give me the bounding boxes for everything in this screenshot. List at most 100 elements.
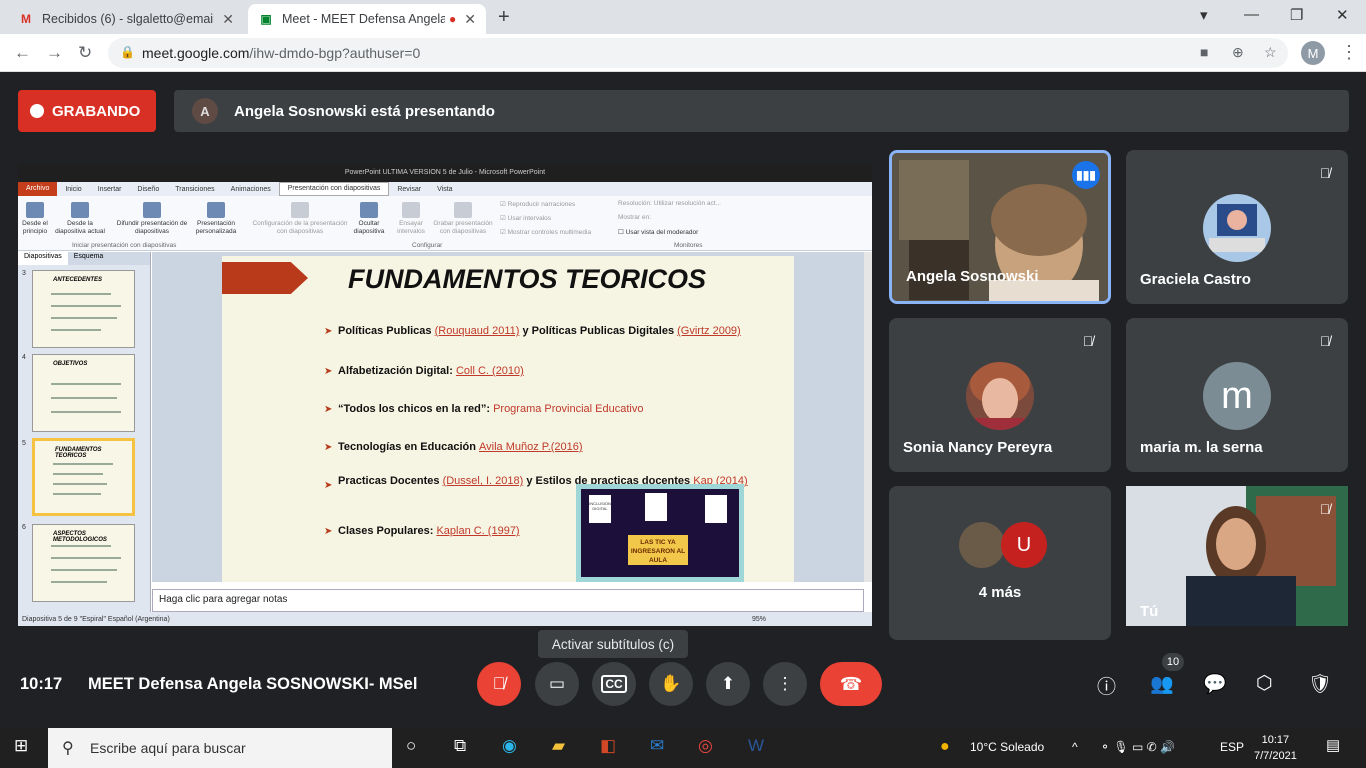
slide-bullet: ➤ “Todos los chicos en la red”: Programa …: [324, 403, 644, 415]
mic-off-icon: 🎙̸: [492, 674, 506, 693]
forward-icon[interactable]: →: [46, 43, 63, 63]
minimize-button[interactable]: —: [1244, 6, 1259, 23]
slide-bullet: ➤ Clases Populares: Kaplan C. (1997): [324, 525, 520, 537]
ppt-status-text: Diapositiva 5 de 9 "Espiral" Español (Ar…: [22, 615, 170, 623]
chrome-icon[interactable]: ◎: [698, 736, 713, 756]
close-icon[interactable]: ✕: [222, 11, 234, 28]
star-icon[interactable]: ☆: [1264, 44, 1277, 61]
notifications-icon[interactable]: ▤: [1326, 736, 1340, 754]
new-tab-button[interactable]: +: [498, 6, 510, 29]
participant-name: Graciela Castro: [1140, 271, 1251, 288]
present-button[interactable]: ⬆: [706, 662, 750, 706]
mic-off-icon: 🎙̸: [1319, 501, 1331, 517]
taskbar-clock[interactable]: 10:17 7/7/2021: [1254, 732, 1297, 764]
end-call-button[interactable]: ☎: [820, 662, 882, 706]
edge-icon[interactable]: ◉: [502, 736, 517, 756]
mic-toggle-button[interactable]: 🎙̸: [477, 662, 521, 706]
cortana-icon[interactable]: ○: [406, 736, 416, 756]
host-controls-icon[interactable]: 🛡: [1308, 672, 1332, 696]
url-host: meet.google.com: [142, 45, 250, 61]
tab-gmail[interactable]: M Recibidos (6) - slgaletto@email.u ✕: [8, 4, 244, 34]
close-window-button[interactable]: ✕: [1336, 6, 1349, 24]
ppt-notes: Haga clic para agregar notas: [152, 589, 864, 612]
ppt-current-button: Desde la diapositiva actual: [52, 202, 108, 236]
language-indicator[interactable]: ESP: [1220, 740, 1244, 754]
activities-icon[interactable]: ⬡: [1256, 672, 1273, 695]
ppt-slide-area: FUNDAMENTOS TEORICOS ➤ Políticas Publicas…: [152, 252, 864, 582]
back-icon[interactable]: ←: [14, 43, 31, 63]
camera-toggle-button[interactable]: ▭: [535, 662, 579, 706]
people-icon[interactable]: 👥: [1150, 672, 1174, 696]
participant-tile[interactable]: U 4 más: [889, 486, 1111, 640]
participant-tile[interactable]: 🎙̸ Sonia Nancy Pereyra: [889, 318, 1111, 472]
store-icon[interactable]: ◧: [600, 736, 616, 756]
camera-icon[interactable]: ■: [1200, 44, 1208, 60]
thumb-number: 5: [22, 440, 26, 447]
presenting-banner: A Angela Sosnowski está presentando: [174, 90, 1349, 132]
slide-thumbnail: ASPECTOS METODOLOGICOS: [32, 524, 135, 602]
captions-tooltip: Activar subtítulos (c): [538, 630, 688, 658]
recording-label: GRABANDO: [52, 102, 141, 120]
ppt-tab-selected: Presentación con diapositivas: [278, 182, 390, 196]
url-field[interactable]: 🔒 meet.google.com/ihw-dmdo-bgp?authuser=…: [108, 38, 1288, 68]
word-icon[interactable]: W: [748, 736, 764, 756]
zoom-icon[interactable]: ⊕: [1232, 44, 1244, 61]
ppt-broadcast-button: Difundir presentación de diapositivas: [114, 202, 190, 236]
present-icon: ⬆: [720, 674, 736, 693]
ppt-panel-tab: Diapositivas: [18, 252, 68, 265]
ppt-tab-archivo: Archivo: [18, 182, 58, 196]
ppt-group-label: Configurar: [412, 242, 443, 249]
participant-tile[interactable]: ▮▮▮ Angela Sosnowski: [889, 150, 1111, 304]
more-options-button[interactable]: ⋮: [763, 662, 807, 706]
slide-thumbnail: OBJETIVOS: [32, 354, 135, 432]
captions-button[interactable]: CC: [592, 662, 636, 706]
self-name: Tú: [1140, 603, 1159, 620]
ppt-group-label: Iniciar presentación con diapositivas: [72, 242, 177, 249]
clock-time: 10:17: [1261, 734, 1290, 746]
slide-collage-image: INCLUSION DIGITAL LAS TIC YA INGRESARON …: [576, 484, 744, 582]
tray-icons[interactable]: ⚬ 🎙 ▭ ✆ 🔊: [1100, 740, 1175, 754]
tab-search-icon[interactable]: ▾: [1200, 6, 1208, 24]
record-dot-icon: [30, 104, 44, 118]
windows-taskbar: ⊞ ⚲ Escribe aquí para buscar ○ ⧉ ◉ ▰ ◧ ✉ …: [0, 728, 1366, 768]
slide-bullet: ➤ Tecnologías en Educación Avila Muñoz P.…: [324, 441, 583, 453]
participant-avatar: [1203, 194, 1271, 262]
info-icon[interactable]: ⓘ: [1097, 672, 1116, 699]
presenter-avatar: A: [192, 98, 218, 124]
participant-tile[interactable]: 🎙̸ m maria m. la serna: [1126, 318, 1348, 472]
ppt-presenter-view: ☐ Usar vista del moderador: [618, 229, 699, 236]
participant-tile[interactable]: 🎙̸ Graciela Castro: [1126, 150, 1348, 304]
profile-avatar[interactable]: M: [1301, 41, 1325, 65]
maximize-button[interactable]: ❐: [1290, 6, 1303, 24]
windows-start-icon[interactable]: ⊞: [14, 736, 28, 756]
reload-icon[interactable]: ↻: [78, 43, 92, 63]
close-icon[interactable]: ✕: [464, 11, 476, 28]
slide-bullet: ➤ Alfabetización Digital: Coll C. (2010): [324, 365, 524, 377]
ppt-tab: Vista: [437, 185, 453, 193]
mail-icon[interactable]: ✉: [650, 736, 664, 756]
chat-icon[interactable]: 💬: [1203, 672, 1227, 696]
file-explorer-icon[interactable]: ▰: [552, 736, 565, 756]
participant-name: Sonia Nancy Pereyra: [903, 439, 1053, 456]
menu-icon[interactable]: ⋮: [1340, 42, 1358, 63]
self-tile[interactable]: 🎙̸ Tú: [1126, 486, 1348, 626]
weather-text[interactable]: 10°C Soleado: [970, 740, 1044, 754]
raise-hand-button[interactable]: ✋: [649, 662, 693, 706]
ppt-title-bar: PowerPoint ULTIMA VERSION 5 de Julio - M…: [18, 164, 872, 182]
ppt-setup-button: Configuración de la presentación con dia…: [250, 202, 350, 236]
arrow-shape: [222, 262, 308, 294]
ppt-hide-button: Ocultar diapositiva: [350, 202, 388, 236]
ppt-group-label: Monitores: [674, 242, 703, 249]
ppt-check: ☑ Usar intervalos: [500, 215, 551, 222]
search-placeholder: Escribe aquí para buscar: [90, 740, 246, 756]
taskbar-search[interactable]: ⚲ Escribe aquí para buscar: [48, 728, 392, 768]
url-path: /ihw-dmdo-bgp?authuser=0: [249, 45, 421, 61]
slide-thumbnail: ANTECEDENTES: [32, 270, 135, 348]
weather-icon: ●: [940, 738, 950, 755]
thumb-number: 3: [22, 270, 26, 277]
tab-meet[interactable]: ▣ Meet - MEET Defensa Angela ● ✕: [248, 4, 486, 34]
current-slide: FUNDAMENTOS TEORICOS ➤ Políticas Publicas…: [222, 256, 794, 582]
speaking-indicator-icon: ▮▮▮: [1072, 161, 1100, 189]
chevron-up-icon[interactable]: ^: [1072, 740, 1078, 754]
task-view-icon[interactable]: ⧉: [454, 736, 466, 756]
